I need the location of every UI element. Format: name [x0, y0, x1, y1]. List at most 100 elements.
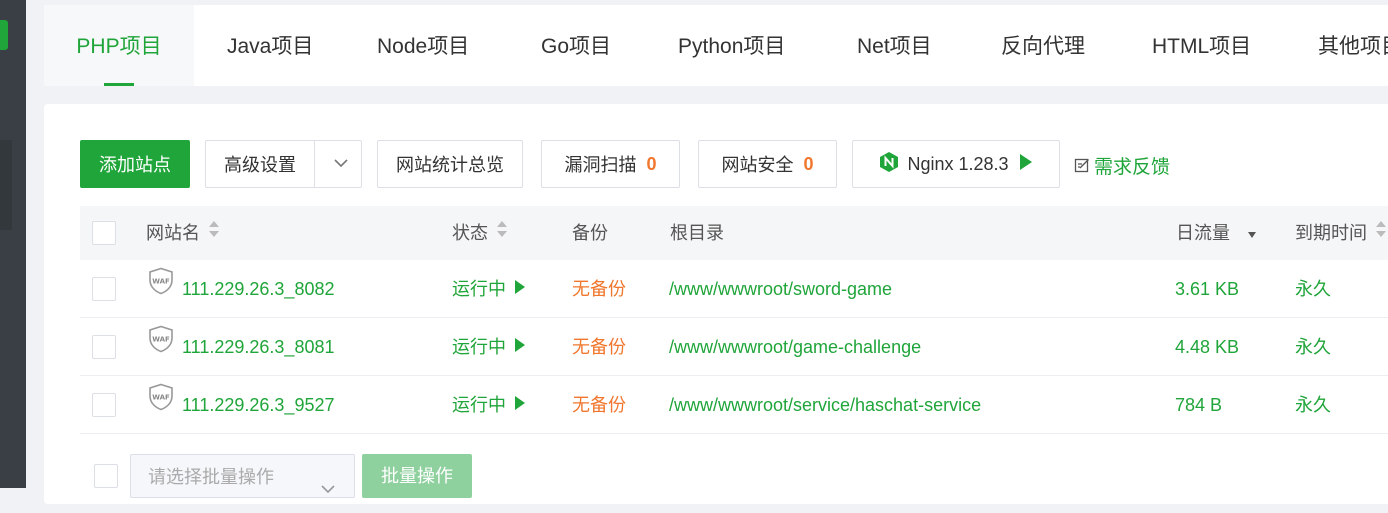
- site-name-link[interactable]: 111.229.26.3_8081: [182, 318, 334, 376]
- play-icon[interactable]: [514, 318, 526, 376]
- site-name-cell[interactable]: WAF 111.229.26.3_8081: [148, 318, 334, 376]
- tab-html[interactable]: HTML项目: [1152, 5, 1251, 86]
- traffic-value: 4.48 KB: [1175, 337, 1240, 357]
- chevron-down-icon[interactable]: [333, 155, 349, 176]
- site-stats-button[interactable]: 网站统计总览: [377, 140, 523, 188]
- column-header-status[interactable]: 状态: [452, 206, 508, 260]
- tab-python[interactable]: Python项目: [678, 5, 785, 86]
- column-header-traffic[interactable]: 日流量: [1176, 206, 1256, 260]
- expire-value[interactable]: 永久: [1295, 376, 1331, 434]
- sort-icon[interactable]: [1375, 206, 1387, 260]
- nginx-version-button[interactable]: Nginx 1.28.3: [852, 140, 1060, 188]
- traffic-value: 784 B: [1175, 395, 1223, 415]
- root-dir-link[interactable]: /www/wwwroot/game-challenge: [669, 318, 921, 376]
- tab-label: HTML项目: [1152, 35, 1252, 58]
- tab-reverse-proxy[interactable]: 反向代理: [1001, 5, 1085, 86]
- sidebar-active-marker[interactable]: [0, 20, 8, 50]
- waf-shield-icon[interactable]: WAF: [148, 376, 174, 434]
- expire-value[interactable]: 永久: [1295, 318, 1331, 376]
- status-text: 运行中: [452, 337, 506, 357]
- tab-label: PHP项目: [76, 35, 162, 58]
- table-row: WAF 111.229.26.3_9527 运行中 无备份 /www/wwwro…: [80, 376, 1388, 434]
- expire-value[interactable]: 永久: [1295, 260, 1331, 318]
- header-label: 状态: [452, 223, 488, 243]
- add-site-button[interactable]: 添加站点: [80, 140, 190, 188]
- site-name-cell[interactable]: WAF 111.229.26.3_8082: [148, 260, 334, 318]
- feedback-label: 需求反馈: [1094, 157, 1171, 178]
- tab-label: Python项目: [678, 35, 786, 58]
- advanced-settings-label: 高级设置: [224, 155, 296, 175]
- advanced-settings-button[interactable]: 高级设置: [205, 140, 362, 188]
- tab-go[interactable]: Go项目: [541, 5, 611, 86]
- select-all-checkbox[interactable]: [92, 221, 116, 245]
- backup-link[interactable]: 无备份: [572, 260, 626, 318]
- tab-label: Node项目: [377, 35, 470, 58]
- traffic-value: 3.61 KB: [1175, 279, 1240, 299]
- root-dir-link[interactable]: /www/wwwroot/sword-game: [669, 260, 892, 318]
- tab-node[interactable]: Node项目: [377, 5, 469, 86]
- site-name-link[interactable]: 111.229.26.3_9527: [182, 376, 334, 434]
- site-stats-label: 网站统计总览: [396, 155, 504, 175]
- backup-link[interactable]: 无备份: [572, 376, 626, 434]
- status-text: 运行中: [452, 279, 506, 299]
- play-icon[interactable]: [514, 376, 526, 434]
- table-row: WAF 111.229.26.3_8082 运行中 无备份 /www/wwwro…: [80, 260, 1388, 318]
- site-name-cell[interactable]: WAF 111.229.26.3_9527: [148, 376, 334, 434]
- chevron-down-icon: [320, 469, 336, 513]
- table-header: 网站名 状态 备份 根目录 日流量 到期时间: [80, 206, 1388, 260]
- column-header-name[interactable]: 网站名: [146, 206, 220, 260]
- status-cell[interactable]: 运行中: [452, 260, 526, 318]
- row-checkbox[interactable]: [92, 335, 116, 359]
- sort-desc-icon[interactable]: [1248, 206, 1256, 260]
- svg-text:WAF: WAF: [152, 278, 170, 286]
- row-checkbox[interactable]: [92, 277, 116, 301]
- table-row: WAF 111.229.26.3_8081 运行中 无备份 /www/wwwro…: [80, 318, 1388, 376]
- status-text: 运行中: [452, 395, 506, 415]
- site-security-label: 网站安全: [721, 155, 794, 175]
- header-label: 网站名: [146, 223, 200, 243]
- vuln-scan-label: 漏洞扫描: [564, 155, 637, 175]
- waf-shield-icon[interactable]: WAF: [148, 260, 174, 318]
- site-name-link[interactable]: 111.229.26.3_8082: [182, 260, 334, 318]
- status-cell[interactable]: 运行中: [452, 318, 526, 376]
- header-label: 备份: [572, 223, 608, 243]
- tab-label: Net项目: [857, 35, 932, 58]
- edit-icon: [1074, 158, 1089, 173]
- add-site-label: 添加站点: [99, 155, 171, 175]
- tab-other[interactable]: 其他项目: [1318, 5, 1388, 86]
- sort-icon[interactable]: [208, 206, 220, 260]
- tab-label: Java项目: [227, 35, 314, 58]
- batch-operation-bar: 请选择批量操作 批量操作: [80, 454, 1388, 504]
- svg-text:WAF: WAF: [152, 394, 170, 402]
- svg-text:WAF: WAF: [152, 336, 170, 344]
- header-label: 根目录: [670, 223, 724, 243]
- nginx-icon: [879, 151, 899, 178]
- sidebar: [0, 0, 26, 488]
- site-security-button[interactable]: 网站安全 0: [698, 140, 837, 188]
- column-header-backup: 备份: [572, 206, 608, 260]
- vuln-scan-button[interactable]: 漏洞扫描 0: [541, 140, 680, 188]
- status-cell[interactable]: 运行中: [452, 376, 526, 434]
- site-list-panel: 添加站点 高级设置 网站统计总览 漏洞扫描 0 网站安全 0 Nginx 1.2…: [44, 104, 1388, 504]
- tab-net[interactable]: Net项目: [857, 5, 932, 86]
- waf-shield-icon[interactable]: WAF: [148, 318, 174, 376]
- feedback-link[interactable]: 需求反馈: [1074, 152, 1170, 179]
- project-type-tabs: PHP项目 Java项目 Node项目 Go项目 Python项目 Net项目 …: [44, 5, 1388, 86]
- column-header-expire[interactable]: 到期时间: [1295, 206, 1387, 260]
- tab-php[interactable]: PHP项目: [44, 5, 194, 86]
- split-divider: [314, 141, 315, 187]
- backup-link[interactable]: 无备份: [572, 318, 626, 376]
- sidebar-collapse-handle[interactable]: [0, 140, 12, 230]
- sort-icon[interactable]: [496, 206, 508, 260]
- nginx-version-label: Nginx 1.28.3: [907, 153, 1009, 174]
- header-label: 日流量: [1176, 223, 1230, 243]
- vuln-count-badge: 0: [646, 153, 657, 174]
- batch-operation-button[interactable]: 批量操作: [362, 454, 472, 498]
- batch-select-all-checkbox[interactable]: [94, 464, 118, 488]
- security-count-badge: 0: [803, 153, 814, 174]
- batch-operation-select[interactable]: 请选择批量操作: [130, 454, 355, 498]
- play-icon[interactable]: [514, 260, 526, 318]
- row-checkbox[interactable]: [92, 393, 116, 417]
- tab-java[interactable]: Java项目: [227, 5, 313, 86]
- root-dir-link[interactable]: /www/wwwroot/service/haschat-service: [669, 376, 981, 434]
